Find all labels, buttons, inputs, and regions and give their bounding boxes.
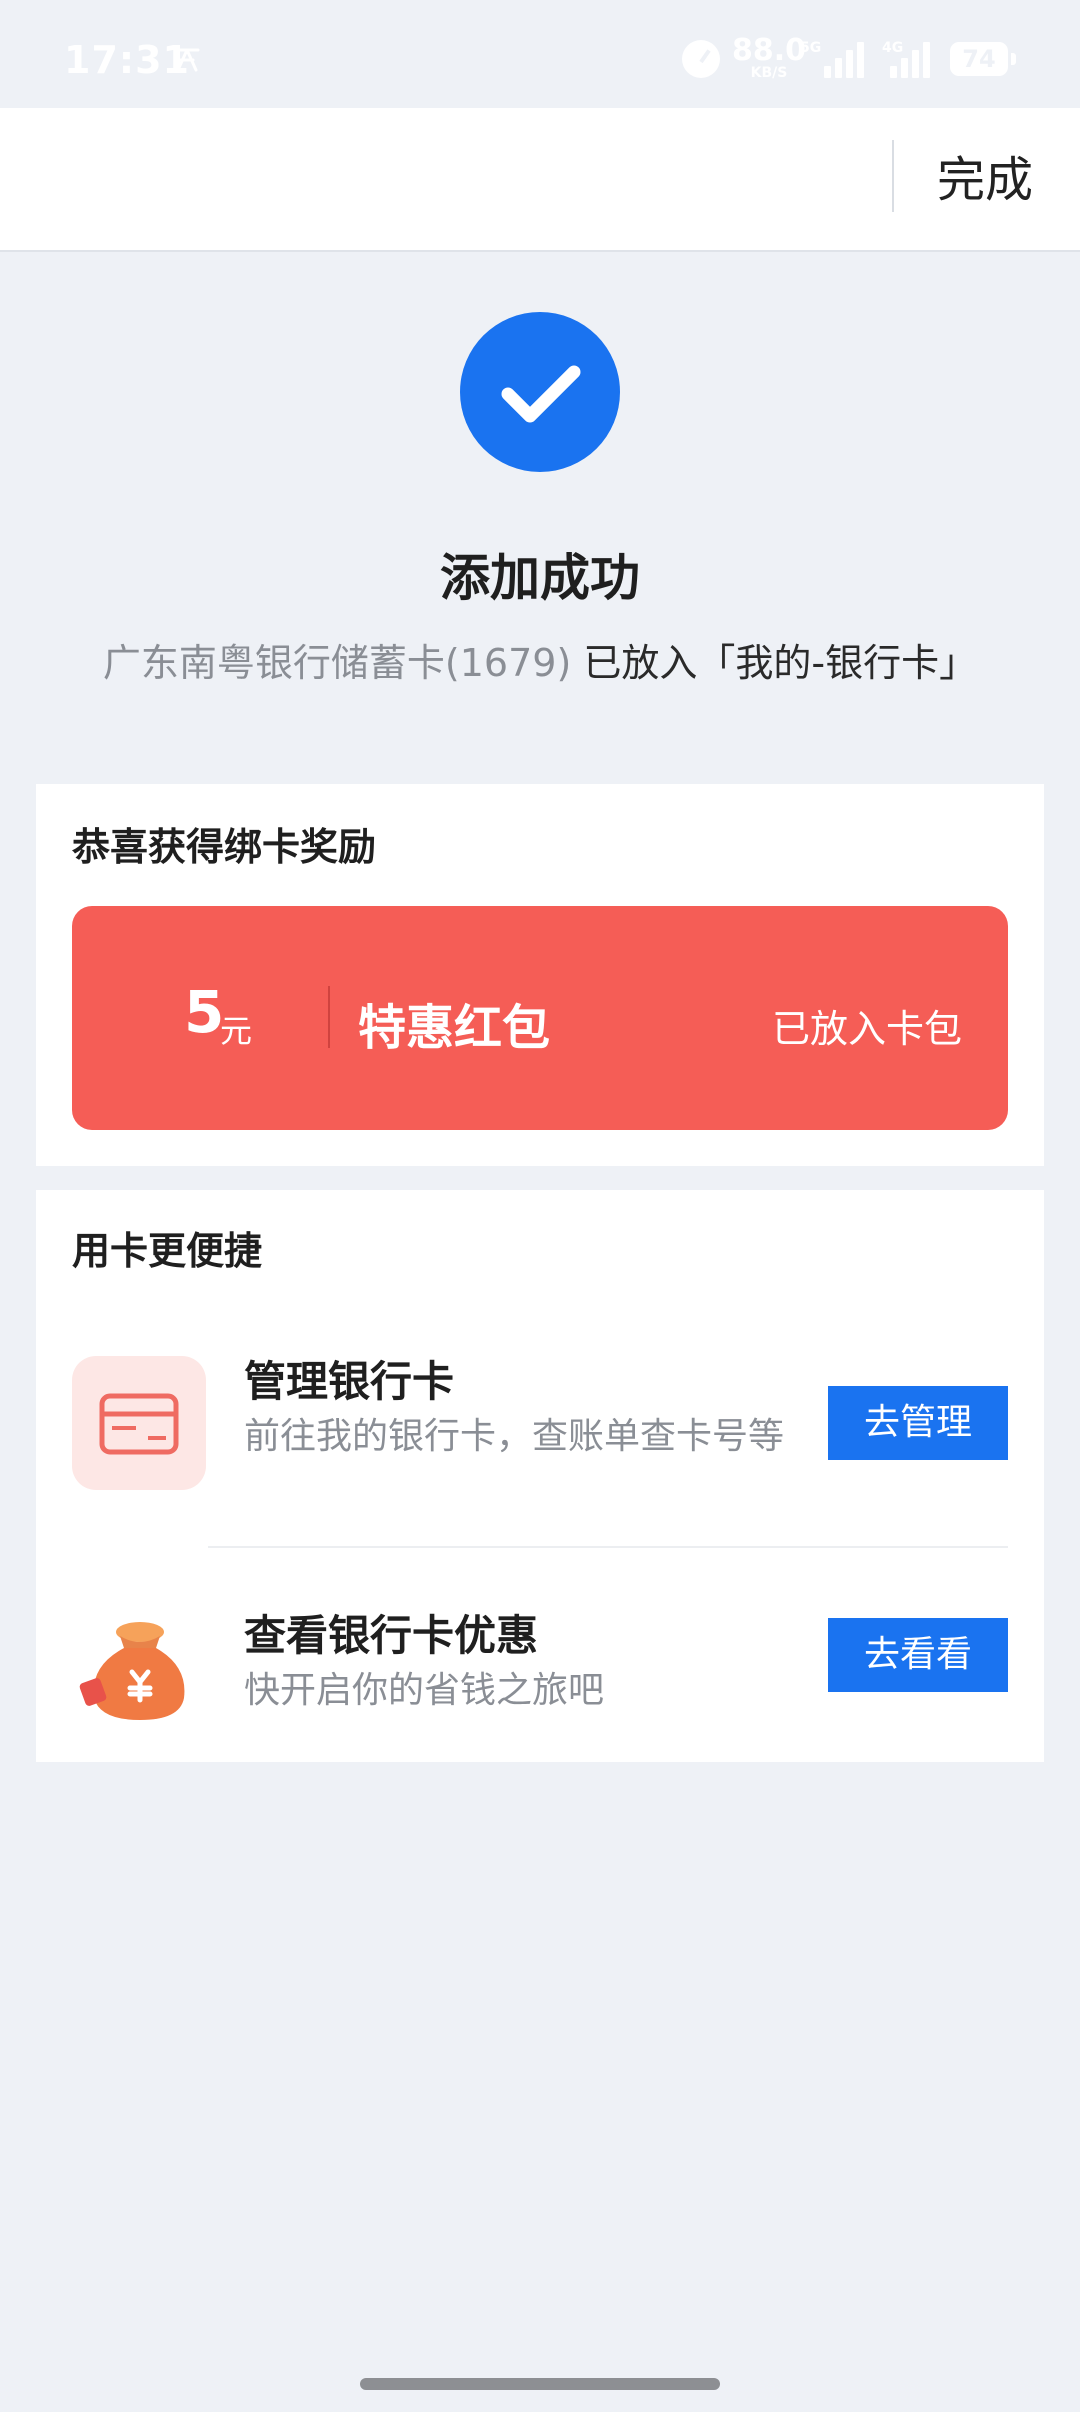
status-bar: 17:31 88.0 KB/S 5G 4G 74 <box>0 0 1080 108</box>
money-bag-icon <box>79 1622 185 1720</box>
notification-icon <box>174 48 200 72</box>
row-divider <box>208 1546 1008 1548</box>
reward-name: 特惠红包 <box>358 1000 551 1056</box>
manage-card-subtitle: 前往我的银行卡，查账单查卡号等 <box>244 1416 785 1457</box>
done-button[interactable]: 完成 <box>910 148 1060 212</box>
signal-strength-icon-2 <box>890 42 930 78</box>
reward-banner[interactable]: 5 元 特惠红包 已放入卡包 <box>72 906 1008 1130</box>
home-indicator[interactable] <box>360 2378 720 2390</box>
success-check-icon <box>460 312 620 472</box>
reward-card: 恭喜获得绑卡奖励 5 元 特惠红包 已放入卡包 <box>36 784 1044 1166</box>
convenience-card: 用卡更便捷 管理银行卡 前往我的银行卡，查账单查卡号等 去管理 查看银行卡优惠 … <box>36 1190 1044 1762</box>
success-description: 广东南粤银行储蓄卡(1679) 已放入「我的-银行卡」 <box>0 632 1080 687</box>
card-destination: 已放入「我的-银行卡」 <box>571 641 978 685</box>
reward-status: 已放入卡包 <box>772 1007 963 1051</box>
card-offers-title: 查看银行卡优惠 <box>244 1611 539 1660</box>
nav-divider <box>892 140 894 212</box>
view-offers-button[interactable]: 去看看 <box>828 1618 1008 1692</box>
success-title: 添加成功 <box>440 549 640 607</box>
card-name: 广东南粤银行储蓄卡(1679) <box>102 641 572 685</box>
card-offers-subtitle: 快开启你的省钱之旅吧 <box>244 1670 605 1711</box>
manage-button[interactable]: 去管理 <box>828 1386 1008 1460</box>
network-speed: 88.0 KB/S <box>732 33 807 81</box>
manage-card-title: 管理银行卡 <box>244 1357 455 1406</box>
signal-tag-5g: 5G <box>800 40 822 56</box>
bank-card-icon <box>72 1356 206 1490</box>
signal-strength-icon <box>824 42 864 78</box>
reward-amount: 5 <box>184 978 225 1046</box>
reward-unit: 元 <box>220 1012 253 1050</box>
reward-separator <box>328 986 330 1048</box>
speed-gauge-icon <box>682 40 720 78</box>
convenience-card-title: 用卡更便捷 <box>72 1229 263 1273</box>
nav-bar: 完成 <box>0 108 1080 252</box>
battery-icon: 74 <box>950 42 1016 76</box>
reward-card-title: 恭喜获得绑卡奖励 <box>72 825 377 869</box>
